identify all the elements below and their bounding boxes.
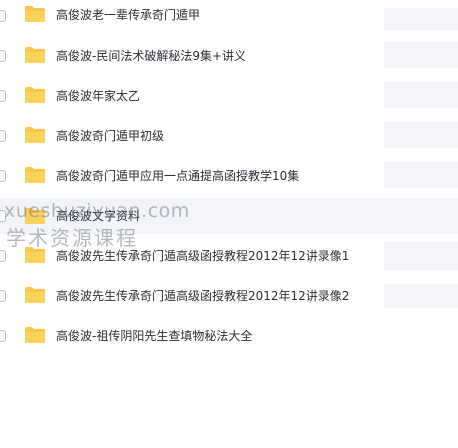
- folder-icon: [24, 86, 46, 104]
- row-checkbox[interactable]: [0, 130, 6, 142]
- file-name[interactable]: 高俊波年家太乙: [56, 89, 140, 103]
- list-item[interactable]: 高俊波先生传承奇门遁高级函授教程2012年12讲录像1: [0, 240, 458, 272]
- row-checkbox[interactable]: [0, 210, 6, 222]
- list-item[interactable]: 高俊波-民间法术破解秘法9集+讲义: [0, 40, 458, 72]
- file-name[interactable]: 高俊波先生传承奇门遁高级函授教程2012年12讲录像2: [56, 289, 349, 303]
- file-name[interactable]: 高俊波先生传承奇门遁高级函授教程2012年12讲录像1: [56, 249, 349, 263]
- list-item[interactable]: 高俊波奇门遁甲初级: [0, 120, 458, 152]
- list-item[interactable]: 高俊波-祖传阴阳先生查填物秘法大全: [0, 320, 458, 352]
- folder-icon: [24, 207, 46, 225]
- list-item[interactable]: 高俊波年家太乙: [0, 80, 458, 112]
- row-checkbox[interactable]: [0, 330, 6, 342]
- folder-icon: [24, 46, 46, 64]
- row-checkbox[interactable]: [0, 90, 6, 102]
- folder-icon: [24, 246, 46, 264]
- row-checkbox[interactable]: [0, 10, 6, 22]
- file-name[interactable]: 高俊波-民间法术破解秘法9集+讲义: [56, 49, 246, 63]
- list-item[interactable]: 高俊波奇门遁甲应用一点通提高函授教学10集: [0, 160, 458, 192]
- file-name[interactable]: 高俊波奇门遁甲初级: [56, 129, 164, 143]
- file-name[interactable]: 高俊波文字资料: [56, 209, 140, 223]
- list-item[interactable]: 高俊波先生传承奇门遁高级函授教程2012年12讲录像2: [0, 280, 458, 312]
- row-checkbox[interactable]: [0, 250, 6, 262]
- folder-icon: [24, 126, 46, 144]
- folder-icon: [24, 286, 46, 304]
- file-name[interactable]: 高俊波-祖传阴阳先生查填物秘法大全: [56, 329, 252, 343]
- file-name[interactable]: 高俊波老一辈传承奇门遁甲: [56, 8, 200, 22]
- list-item[interactable]: 高俊波文字资料: [0, 198, 458, 234]
- folder-icon: [24, 326, 46, 344]
- row-checkbox[interactable]: [0, 290, 6, 302]
- file-name[interactable]: 高俊波奇门遁甲应用一点通提高函授教学10集: [56, 169, 299, 183]
- folder-icon: [24, 5, 46, 23]
- list-item[interactable]: 高俊波老一辈传承奇门遁甲: [0, 0, 458, 32]
- row-checkbox[interactable]: [0, 50, 6, 62]
- file-browser: 高俊波老一辈传承奇门遁甲 高俊波-民间法术破解秘法9集+讲义 高俊波年家太乙 高…: [0, 0, 458, 448]
- row-checkbox[interactable]: [0, 170, 6, 182]
- folder-icon: [24, 166, 46, 184]
